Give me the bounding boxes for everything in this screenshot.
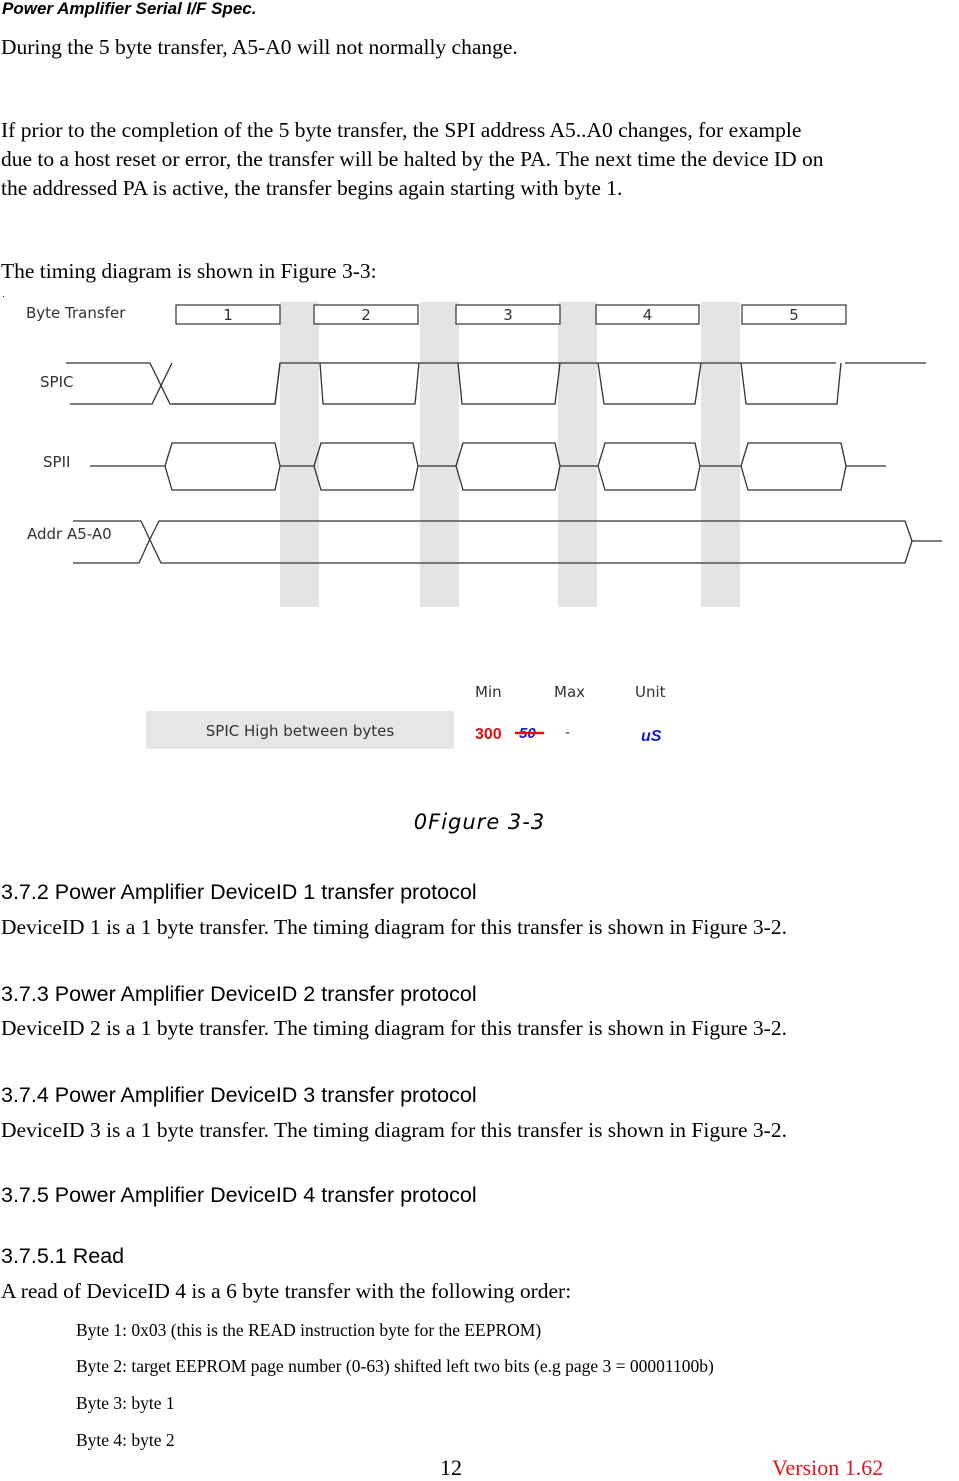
byte-box-label: 3 (503, 306, 513, 324)
spic-byte-1 (172, 362, 281, 405)
paragraph-line: the addressed PA is active, the transfer… (1, 176, 623, 200)
spii-byte-1 (164, 442, 281, 491)
list-item: Byte 2: target EEPROM page number (0-63)… (76, 1356, 714, 1376)
list-item: Byte 3: byte 1 (76, 1393, 175, 1413)
paragraph-line: due to a host reset or error, the transf… (1, 147, 824, 171)
spii-byte-3 (455, 442, 561, 491)
spic-byte-3 (457, 362, 561, 405)
gap-shade (280, 302, 319, 607)
gap-shade (558, 302, 597, 607)
byte-boxes: 1 2 3 4 5 (175, 304, 847, 325)
spii-byte-2 (313, 442, 419, 491)
subsection-intro: A read of DeviceID 4 is a 6 byte transfe… (1, 1279, 572, 1303)
gap-shades (280, 302, 740, 607)
section-heading: 3.7.4 Power Amplifier DeviceID 3 transfe… (1, 1083, 477, 1107)
section-text: DeviceID 1 is a 1 byte transfer. The tim… (1, 915, 787, 939)
spic-initial-cross (70, 362, 173, 405)
byte-box-label: 2 (361, 306, 371, 324)
section-heading: 3.7.2 Power Amplifier DeviceID 1 transfe… (1, 880, 477, 904)
list-item: Byte 1: 0x03 (this is the READ instructi… (76, 1320, 542, 1340)
max-value: - (565, 724, 570, 741)
spii-byte-5 (740, 442, 847, 491)
page-number: 12 (440, 1455, 462, 1480)
list-item: Byte 4: byte 2 (76, 1430, 175, 1450)
addr-lower-line (73, 520, 942, 564)
signal-label-spic: SPIC (40, 373, 73, 391)
spic-byte-2 (319, 362, 420, 405)
header-unit: Unit (635, 683, 666, 701)
byte-box-label: 4 (643, 306, 653, 324)
waveforms (66, 362, 942, 564)
gap-shade (420, 302, 459, 607)
subsection-heading: 3.7.5.1 Read (1, 1244, 125, 1268)
header-min: Min (475, 683, 502, 701)
signal-label-addr: Addr A5-A0 (27, 525, 112, 543)
figure-caption: 0Figure 3-3 (413, 810, 546, 834)
signal-label-byte-transfer: Byte Transfer (26, 304, 126, 322)
document-header: Power Amplifier Serial I/F Spec. (2, 0, 257, 18)
spic-byte-5 (740, 362, 842, 405)
section-text: DeviceID 3 is a 1 byte transfer. The tim… (1, 1118, 787, 1142)
section-heading: 3.7.5 Power Amplifier DeviceID 4 transfe… (1, 1183, 477, 1207)
section-heading: 3.7.3 Power Amplifier DeviceID 2 transfe… (1, 982, 477, 1006)
timing-row-label: SPIC High between bytes (206, 722, 395, 740)
section-text: DeviceID 2 is a 1 byte transfer. The tim… (1, 1016, 787, 1040)
header-max: Max (554, 683, 585, 701)
paragraph: The timing diagram is shown in Figure 3-… (1, 259, 377, 283)
unit-value: uS (641, 728, 662, 745)
paragraph-line: If prior to the completion of the 5 byte… (1, 118, 802, 142)
byte-box-label: 5 (789, 306, 799, 324)
byte-box-label: 1 (223, 306, 233, 324)
addr-upper-line (73, 520, 913, 564)
spic-byte-4 (597, 362, 702, 405)
signal-label-spii: SPII (43, 453, 70, 471)
timing-diagram: Byte Transfer SPIC SPII Addr A5-A0 1 2 3 4 5… (26, 302, 942, 749)
version-label: Version 1.62 (772, 1455, 884, 1480)
gap-shade (701, 302, 740, 607)
min-value: 300 (475, 726, 502, 743)
paragraph: During the 5 byte transfer, A5-A0 will n… (1, 35, 518, 59)
spii-byte-4 (597, 442, 701, 491)
